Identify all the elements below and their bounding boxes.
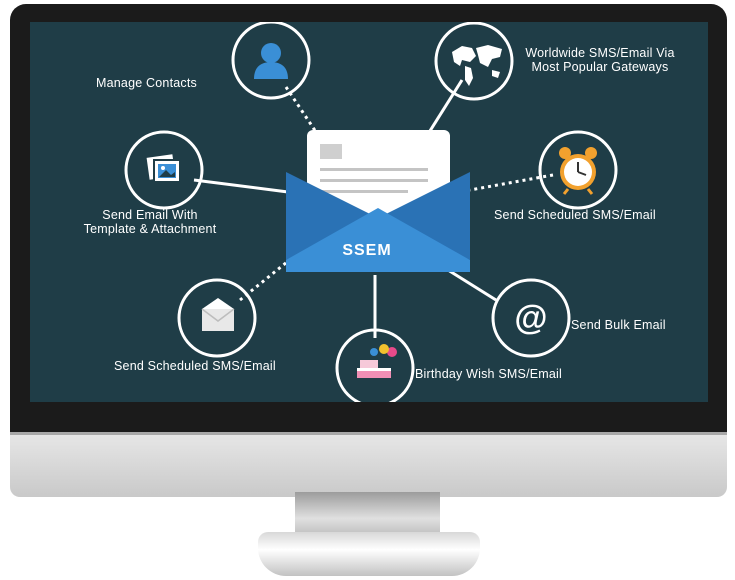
label-worldwide-line1: Worldwide SMS/Email Via (525, 46, 675, 60)
connector-template (193, 178, 289, 194)
label-template-line1: Send Email With (102, 208, 198, 222)
label-scheduled-right: Send Scheduled SMS/Email (494, 208, 656, 222)
at-sign-icon: @ (514, 299, 547, 337)
user-icon (254, 43, 288, 79)
label-worldwide: Worldwide SMS/Email Via Most Popular Gat… (506, 46, 694, 74)
worldwide-circle (434, 22, 514, 101)
label-scheduled-left: Send Scheduled SMS/Email (114, 359, 276, 373)
alarm-clock-icon (559, 147, 597, 195)
connector-bulk (447, 268, 497, 302)
birthday-cake-icon (357, 344, 397, 378)
monitor-base (258, 532, 480, 576)
monitor-neck (295, 492, 440, 536)
picture-icon (146, 154, 181, 183)
monitor: @ Manage Contacts Worldwide SMS/Email Vi… (10, 4, 727, 497)
label-manage-contacts: Manage Contacts (96, 76, 197, 90)
label-template: Send Email With Template & Attachment (70, 208, 230, 236)
label-birthday: Birthday Wish SMS/Email (415, 367, 562, 381)
label-worldwide-line2: Most Popular Gateways (531, 60, 669, 74)
center-label: SSEM (342, 242, 392, 259)
globe-icon (452, 45, 502, 86)
envelope-icon (201, 298, 235, 331)
monitor-chin (10, 432, 727, 497)
monitor-bezel: @ Manage Contacts Worldwide SMS/Email Vi… (10, 4, 727, 434)
screen: @ Manage Contacts Worldwide SMS/Email Vi… (30, 22, 708, 402)
label-bulk-email: Send Bulk Email (571, 318, 666, 332)
label-template-line2: Template & Attachment (83, 222, 217, 236)
